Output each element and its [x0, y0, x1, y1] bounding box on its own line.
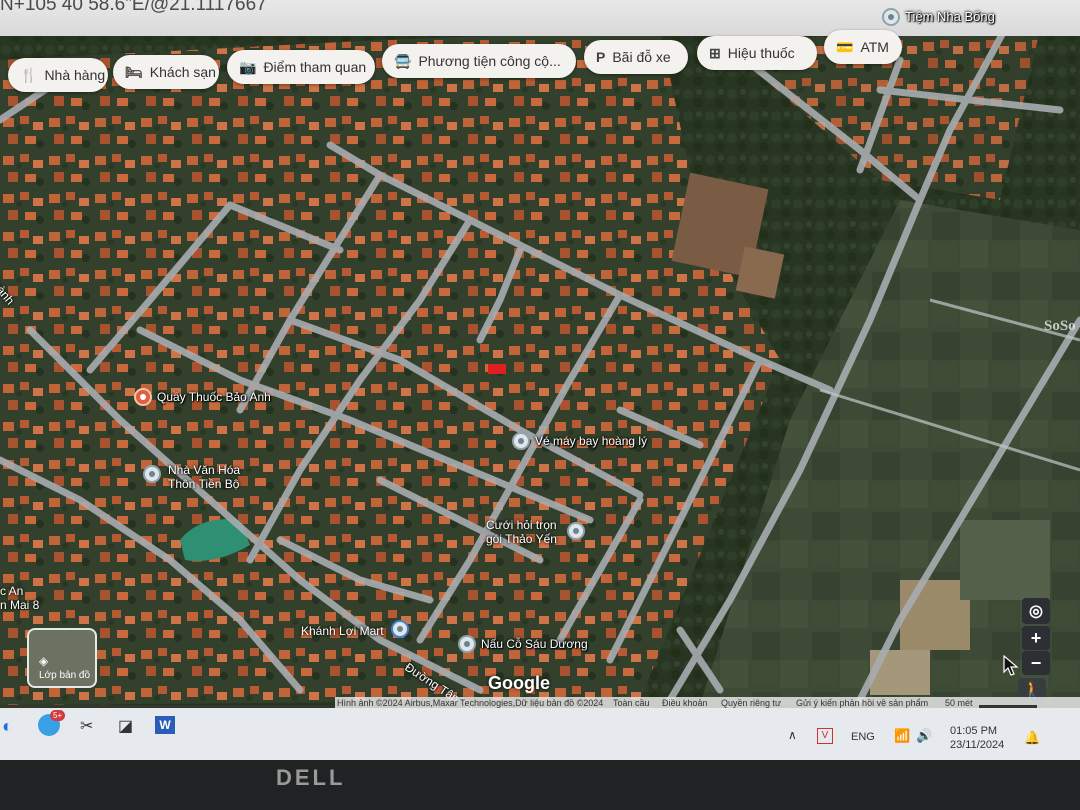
mouse-cursor-icon	[1003, 655, 1019, 676]
place-ve-may-bay[interactable]: Vé máy bay hoàng lý	[512, 432, 647, 450]
pharmacy-pin-icon	[134, 388, 152, 406]
screen: N+105 40 58.6"E/@21.1117667 🍴 Nhà hàng 🛏 K…	[0, 0, 1080, 760]
feedback-link[interactable]: Gửi ý kiến phản hồi về sản phẩm	[796, 698, 928, 708]
chip-restaurants[interactable]: 🍴 Nhà hàng	[8, 58, 108, 92]
plus-icon: +	[1030, 627, 1042, 648]
place-label: gói Thảo Yến	[486, 532, 557, 546]
place-khanh-loi[interactable]	[391, 620, 409, 638]
privacy-link[interactable]: Quyền riêng tư	[721, 698, 781, 708]
minus-icon: −	[1030, 652, 1042, 673]
chip-attractions[interactable]: 📷 Điểm tham quan	[227, 50, 375, 84]
place-label: Thôn Tiền Bộ	[168, 477, 240, 491]
parking-icon: P	[596, 49, 606, 65]
place-pin-icon	[882, 8, 900, 26]
chip-transit[interactable]: 🚍 Phương tiện công cộ...	[382, 44, 576, 78]
place-quay-thuoc[interactable]: Quầy Thuốc Bảo Anh	[134, 388, 271, 406]
notification-badge: 5+	[50, 710, 66, 721]
place-label: Vé máy bay hoàng lý	[535, 434, 648, 448]
chip-label: Hiệu thuốc	[727, 45, 795, 61]
my-location-button[interactable]: ◎	[1022, 598, 1050, 624]
clock-date[interactable]: 23/11/2024	[950, 739, 1004, 751]
wifi-icon[interactable]: 📶	[894, 728, 910, 744]
place-label: Khánh Lợi Mart	[301, 624, 384, 638]
chip-label: ATM	[860, 39, 889, 55]
place-pin-icon	[512, 432, 530, 450]
monitor-bezel	[0, 760, 1080, 810]
hotel-icon: 🛏	[125, 63, 143, 80]
snipping-tool-icon[interactable]: ✂	[80, 716, 93, 736]
crosshair-icon: ◎	[1029, 603, 1043, 620]
atm-icon: 💳	[836, 38, 854, 55]
watermark: SoSo	[1044, 318, 1076, 334]
volume-icon[interactable]: 🔊	[916, 728, 932, 744]
layers-label: Lớp bản đồ	[39, 670, 91, 681]
google-logo: Google	[488, 673, 550, 693]
address-text: N+105 40 58.6"E/@21.1117667	[0, 0, 267, 15]
satellite-map[interactable]	[0, 0, 1080, 705]
place-nha-van-hoa[interactable]	[143, 465, 161, 483]
place-label: Nhà Văn Hóa	[168, 463, 241, 477]
global-link[interactable]: Toàn cầu	[613, 698, 650, 708]
zoom-in-button[interactable]: +	[1022, 626, 1050, 650]
place-label: Cưới hỏi trọn	[486, 518, 557, 532]
zoom-out-button[interactable]: −	[1022, 651, 1050, 675]
place-pin-icon	[567, 522, 585, 540]
scale-label: 50 mét	[945, 698, 973, 708]
apps-icon[interactable]: ◪	[118, 716, 133, 736]
place-nau-co[interactable]: Nấu Cỗ Sáu Dương	[458, 635, 588, 653]
place-label: Tiệm Nha Bống	[905, 9, 995, 24]
restaurant-icon: 🍴	[20, 66, 38, 83]
layers-button[interactable]: ◈ Lớp bản đồ	[27, 628, 97, 688]
language-indicator[interactable]: ENG	[851, 731, 875, 743]
dell-logo: DELL	[276, 765, 346, 790]
chip-label: Khách sạn	[149, 64, 216, 80]
terms-link[interactable]: Điều khoản	[662, 698, 708, 708]
chip-hotels[interactable]: 🛏 Khách sạn	[113, 55, 219, 89]
place-label: Nấu Cỗ Sáu Dương	[481, 637, 588, 651]
notification-bell-icon[interactable]: 🔔	[1024, 730, 1040, 746]
edge-label: n Mai 8	[0, 598, 40, 612]
chip-atm[interactable]: 💳 ATM	[824, 30, 902, 64]
place-label: Quầy Thuốc Bảo Anh	[157, 390, 271, 404]
chip-label: Điểm tham quan	[263, 59, 367, 75]
chip-parking[interactable]: P Bãi đỗ xe	[584, 40, 688, 74]
chevron-up-icon[interactable]: ∧	[788, 728, 797, 742]
place-pin-icon	[143, 465, 161, 483]
shop-pin-icon	[391, 620, 409, 638]
word-icon[interactable]: W	[155, 716, 175, 734]
edge-label: c An	[0, 584, 24, 598]
imagery-credit: Hình ảnh ©2024 Airbus,Maxar Technologies…	[337, 698, 604, 708]
taskbar: ◐ 5+ ✂ ◪ W ∧ V ENG 📶 🔊 01:05 PM 23/11/20…	[0, 708, 1080, 760]
layers-icon: ◈	[39, 654, 49, 668]
chip-pharmacy[interactable]: ⊞ Hiệu thuốc	[697, 36, 817, 70]
camera-icon: 📷	[239, 58, 257, 75]
place-cuoi-hoi[interactable]	[567, 522, 585, 540]
place-tiem-nha-bong[interactable]: Tiệm Nha Bống	[882, 8, 995, 26]
chip-label: Phương tiện công cộ...	[418, 53, 561, 69]
chip-label: Bãi đỗ xe	[612, 49, 671, 65]
chip-label: Nhà hàng	[44, 67, 106, 83]
clock-time[interactable]: 01:05 PM	[950, 725, 997, 737]
transit-icon: 🚍	[394, 52, 412, 69]
start-icon[interactable]: ◐	[2, 716, 13, 737]
security-icon[interactable]: V	[817, 728, 833, 744]
pharmacy-icon: ⊞	[709, 44, 721, 61]
place-pin-icon	[458, 635, 476, 653]
